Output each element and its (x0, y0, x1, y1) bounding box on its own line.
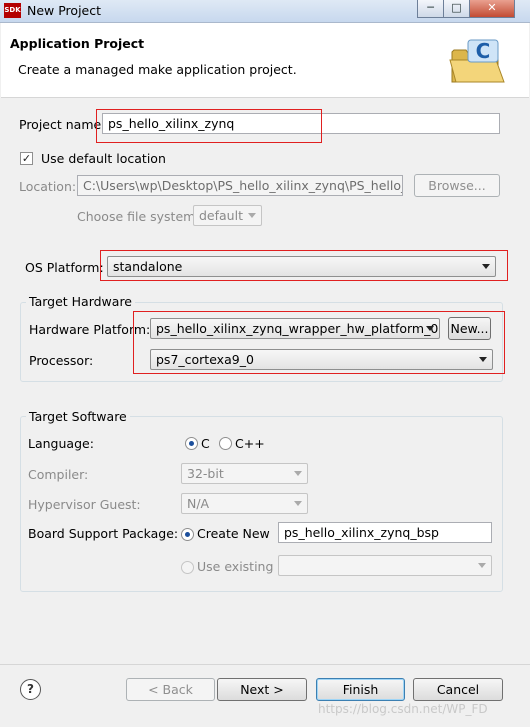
os-platform-label: OS Platform: (25, 260, 104, 275)
finish-button[interactable]: Finish (316, 678, 405, 701)
file-system-label: Choose file system: (77, 209, 200, 224)
os-platform-value: standalone (113, 259, 183, 274)
processor-value: ps7_cortexa9_0 (156, 352, 254, 367)
svg-text:C: C (476, 39, 491, 63)
browse-button[interactable]: Browse... (414, 174, 500, 197)
location-field[interactable]: C:\Users\wp\Desktop\PS_hello_xilinx_zynq… (77, 175, 403, 196)
bsp-use-existing-label: Use existing (197, 559, 274, 574)
use-default-location-checkbox[interactable]: ✓ (20, 152, 33, 165)
file-system-select[interactable]: default (193, 205, 262, 226)
back-button[interactable]: < Back (126, 678, 215, 701)
hypervisor-guest-select[interactable]: N/A (181, 493, 308, 514)
chevron-down-icon (248, 213, 256, 218)
chevron-down-icon (482, 264, 490, 269)
chevron-down-icon (426, 326, 434, 331)
maximize-button[interactable]: □ (443, 0, 470, 18)
new-hw-platform-button[interactable]: New... (448, 317, 491, 340)
language-c-label: C (201, 436, 210, 451)
language-label: Language: (28, 436, 94, 451)
hardware-platform-label: Hardware Platform: (29, 322, 151, 337)
processor-select[interactable]: ps7_cortexa9_0 (150, 349, 493, 370)
page-title: Application Project (10, 36, 145, 51)
hardware-platform-select[interactable]: ps_hello_xilinx_zynq_wrapper_hw_platform… (150, 318, 440, 339)
chevron-down-icon (478, 563, 486, 568)
bsp-name-field[interactable]: ps_hello_xilinx_zynq_bsp (278, 522, 492, 543)
bsp-use-existing-radio[interactable] (181, 561, 194, 574)
compiler-value: 32-bit (187, 466, 224, 481)
target-software-title: Target Software (26, 409, 130, 424)
watermark: https://blog.csdn.net/WP_FD (318, 702, 488, 716)
compiler-select[interactable]: 32-bit (181, 463, 308, 484)
chevron-down-icon (479, 357, 487, 362)
hardware-platform-value: ps_hello_xilinx_zynq_wrapper_hw_platform… (156, 321, 439, 336)
language-c-radio[interactable] (185, 437, 198, 450)
project-name-field[interactable]: ps_hello_xilinx_zynq (102, 113, 500, 134)
bsp-label: Board Support Package: (28, 526, 179, 541)
location-label: Location: (19, 179, 77, 194)
minimize-button[interactable]: ─ (417, 0, 444, 18)
chevron-down-icon (294, 471, 302, 476)
hypervisor-guest-value: N/A (187, 496, 210, 511)
use-default-location-label: Use default location (41, 151, 166, 166)
project-name-label: Project name: (19, 117, 106, 132)
hypervisor-guest-label: Hypervisor Guest: (28, 497, 141, 512)
chevron-down-icon (294, 501, 302, 506)
help-icon[interactable]: ? (20, 679, 41, 700)
footer-separator (0, 664, 530, 665)
window-title: New Project (27, 3, 102, 18)
target-hardware-group (20, 302, 503, 382)
next-button[interactable]: Next > (217, 678, 307, 701)
folder-c-icon: C (448, 36, 506, 86)
bsp-existing-select[interactable] (278, 555, 492, 576)
sdk-app-icon: SDK (4, 3, 21, 18)
page-description: Create a managed make application projec… (18, 62, 297, 77)
bsp-create-new-label: Create New (197, 526, 270, 541)
bsp-create-new-radio[interactable] (181, 528, 194, 541)
file-system-value: default (199, 208, 243, 223)
compiler-label: Compiler: (28, 467, 89, 482)
close-button[interactable]: ✕ (469, 0, 515, 18)
cancel-button[interactable]: Cancel (413, 678, 503, 701)
target-hardware-title: Target Hardware (26, 294, 135, 309)
os-platform-select[interactable]: standalone (107, 256, 496, 277)
processor-label: Processor: (29, 353, 94, 368)
language-cpp-radio[interactable] (219, 437, 232, 450)
language-cpp-label: C++ (235, 436, 265, 451)
